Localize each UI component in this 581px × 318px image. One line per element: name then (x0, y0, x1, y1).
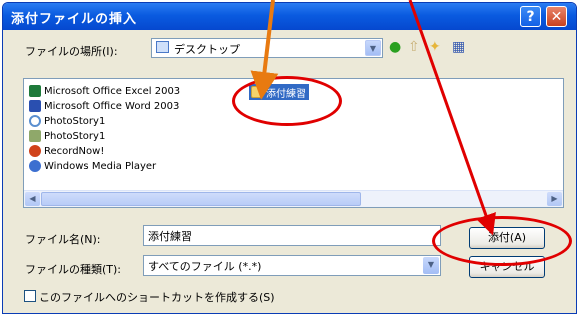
orange-arrow (250, 0, 279, 100)
red-arrow (408, 0, 496, 236)
annotation-arrows (250, 0, 496, 236)
